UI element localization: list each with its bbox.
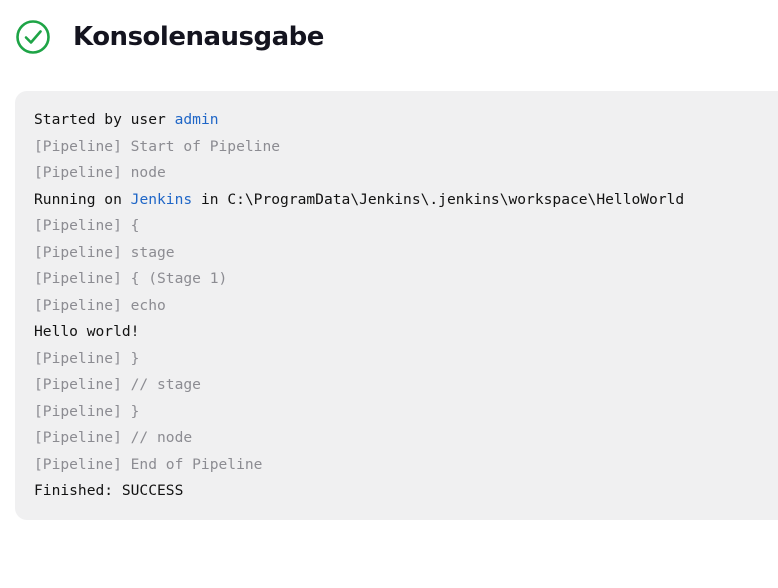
page-title: Konsolenausgabe	[73, 22, 324, 52]
console-line-pipeline: [Pipeline] // node	[34, 425, 778, 452]
console-line-pipeline: [Pipeline] stage	[34, 240, 778, 267]
console-text: [Pipeline] {	[34, 217, 140, 234]
console-line-pipeline: [Pipeline] { (Stage 1)	[34, 266, 778, 293]
console-line-pipeline: [Pipeline] }	[34, 346, 778, 373]
console-link[interactable]: Jenkins	[131, 191, 193, 208]
console-text: [Pipeline] Start of Pipeline	[34, 137, 281, 155]
console-line-pipeline: [Pipeline] node	[34, 160, 778, 187]
console-text: in C:\ProgramData\Jenkins\.jenkins\works…	[192, 190, 685, 208]
console-line: Started by user admin	[34, 107, 778, 134]
console-line-pipeline: [Pipeline] echo	[34, 293, 778, 320]
console-text: [Pipeline] End of Pipeline	[34, 455, 263, 473]
console-text: Hello world!	[34, 323, 140, 340]
console-text: [Pipeline] stage	[34, 243, 175, 261]
console-text: [Pipeline] { (Stage 1)	[34, 270, 228, 287]
console-text: Started by user	[34, 111, 175, 128]
console-text: [Pipeline] // stage	[34, 376, 201, 393]
console-line-pipeline: [Pipeline] {	[34, 213, 778, 240]
page-header: Konsolenausgabe	[15, 17, 324, 57]
success-check-circle-icon	[16, 20, 50, 54]
console-text: [Pipeline] }	[34, 402, 140, 420]
console-line: Hello world!	[34, 319, 778, 346]
console-line: Running on Jenkins in C:\ProgramData\Jen…	[34, 187, 778, 214]
console-line-pipeline: [Pipeline] Start of Pipeline	[34, 134, 778, 161]
console-line-pipeline: [Pipeline] End of Pipeline	[34, 452, 778, 479]
console-output: Started by user admin [Pipeline] Start of…	[34, 107, 778, 505]
console-output-panel: Started by user admin [Pipeline] Start of…	[15, 91, 778, 520]
console-line: Finished: SUCCESS	[34, 478, 778, 505]
console-text: [Pipeline] echo	[34, 296, 166, 314]
console-line-pipeline: [Pipeline] // stage	[34, 372, 778, 399]
console-text: [Pipeline] }	[34, 349, 140, 367]
console-text: Running on	[34, 190, 131, 208]
console-text: Finished: SUCCESS	[34, 482, 184, 499]
console-link[interactable]: admin	[175, 111, 219, 128]
console-text: [Pipeline] node	[34, 164, 166, 181]
console-text: [Pipeline] // node	[34, 429, 193, 446]
console-line-pipeline: [Pipeline] }	[34, 399, 778, 426]
